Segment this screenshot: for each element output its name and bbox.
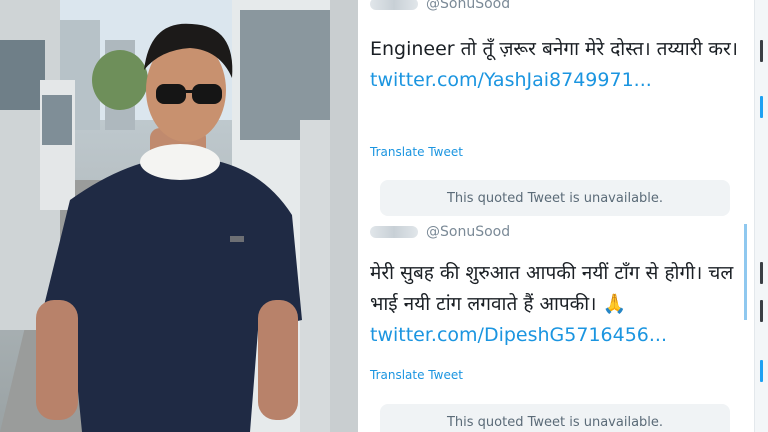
- tweet-bottom-handle[interactable]: @SonuSood: [426, 224, 510, 240]
- tweet-bottom-text: मेरी सुबह की शुरुआत आपकी नयीं टाँग से हो…: [370, 262, 734, 315]
- tweet-bottom-quoted-unavailable: This quoted Tweet is unavailable.: [380, 404, 730, 432]
- tweet-top-quoted-unavailable: This quoted Tweet is unavailable.: [380, 180, 730, 216]
- cropped-glyph: [760, 96, 763, 118]
- cropped-glyph: [760, 300, 763, 322]
- tweet-bottom-link[interactable]: twitter.com/DipeshG5716456...: [370, 324, 667, 346]
- cropped-glyph: [760, 360, 763, 382]
- tweet-top-body: Engineer तो तूँ ज़रूर बनेगा मेरे दोस्त। …: [370, 34, 742, 96]
- tweet-bottom-header: @SonuSood: [370, 224, 510, 240]
- photo-illustration: [0, 0, 358, 432]
- tweet-bottom-translate-link[interactable]: Translate Tweet: [370, 368, 463, 382]
- tweet-top-text: Engineer तो तूँ ज़रूर बनेगा मेरे दोस्त। …: [370, 38, 738, 60]
- avatar[interactable]: [370, 0, 418, 10]
- adjacent-screenshot-edge: [754, 0, 768, 432]
- tweet-top-handle[interactable]: @SonuSood: [426, 0, 510, 12]
- tweet-bottom-body: मेरी सुबह की शुरुआत आपकी नयीं टाँग से हो…: [370, 258, 742, 351]
- folded-hands-emoji: 🙏: [602, 293, 627, 315]
- cropped-glyph: [760, 262, 763, 284]
- thread-connector-line: [744, 224, 747, 320]
- photo-panel: [0, 0, 358, 432]
- tweet-top-header: @SonuSood: [370, 0, 510, 12]
- tweet-top-translate-link[interactable]: Translate Tweet: [370, 145, 463, 159]
- cropped-glyph: [760, 40, 763, 62]
- avatar[interactable]: [370, 226, 418, 238]
- tweet-screenshot-panel: @SonuSood Engineer तो तूँ ज़रूर बनेगा मे…: [358, 0, 754, 432]
- tweet-top-link[interactable]: twitter.com/YashJai8749971...: [370, 69, 652, 91]
